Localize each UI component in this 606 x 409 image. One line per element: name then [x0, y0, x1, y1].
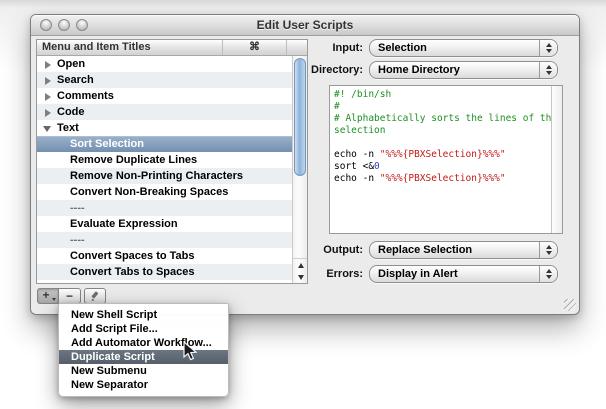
list-row[interactable]: Convert Tabs to Spaces [37, 264, 292, 280]
pencil-icon [90, 291, 101, 302]
titlebar[interactable]: Edit User Scripts [31, 15, 579, 36]
popup-arrows-icon [539, 266, 557, 282]
desktop-background: Edit User Scripts Menu and Item Titles ⌘… [0, 0, 606, 409]
menu-item[interactable]: New Separator [59, 378, 228, 392]
edit-script-button[interactable] [84, 288, 106, 304]
list-row-label: Remove Non-Printing Characters [70, 168, 243, 184]
errors-label: Errors: [277, 268, 363, 280]
input-label: Input: [277, 42, 363, 54]
list-row-label: Search [57, 72, 94, 88]
list-row[interactable]: Sort Selection [37, 136, 292, 152]
script-line: echo -n "%%%{PBXSelection}%%%" [334, 173, 551, 185]
list-row-label: Convert Non-Breaking Spaces [70, 184, 228, 200]
list-header: Menu and Item Titles ⌘ [37, 40, 307, 56]
list-row[interactable]: Search [37, 72, 292, 88]
list-row-label: Remove Duplicate Lines [70, 152, 197, 168]
script-line: selection [334, 125, 551, 137]
popup-arrows-icon [539, 242, 557, 258]
plus-icon: + [42, 288, 49, 302]
script-line: #! /bin/sh [334, 89, 551, 101]
list-row[interactable]: Convert Non-Breaking Spaces [37, 184, 292, 200]
errors-popup-value: Display in Alert [370, 268, 539, 280]
script-text[interactable]: #! /bin/sh## Alphabetically sorts the li… [330, 86, 551, 233]
list-row-label: Text [57, 120, 79, 136]
list-row[interactable]: Remove Non-Printing Characters [37, 168, 292, 184]
list-row[interactable]: Text [37, 120, 292, 136]
disclosure-closed-icon[interactable] [45, 93, 51, 101]
menu-item[interactable]: Duplicate Script [59, 350, 228, 364]
add-script-button[interactable]: + [37, 288, 59, 304]
disclosure-closed-icon[interactable] [45, 109, 51, 117]
list-row[interactable]: Comments [37, 88, 292, 104]
list-row-label: ---- [70, 280, 85, 283]
input-popup[interactable]: Selection [369, 39, 558, 57]
scripts-outline-list: Menu and Item Titles ⌘ OpenSearchComment… [36, 39, 308, 284]
mouse-cursor-icon [183, 341, 198, 367]
list-row-label: Open [57, 56, 85, 72]
list-body: OpenSearchCommentsCodeTextSort Selection… [37, 56, 307, 283]
output-label: Output: [277, 244, 363, 256]
remove-script-button[interactable]: − [59, 288, 81, 304]
list-row-label: Convert Spaces to Tabs [70, 248, 195, 264]
disclosure-closed-icon[interactable] [45, 61, 51, 69]
dropdown-caret-icon [52, 298, 56, 301]
popup-arrows-icon [539, 40, 557, 56]
directory-label: Directory: [277, 64, 363, 76]
list-row-label: ---- [70, 200, 85, 216]
list-row-separator[interactable]: ---- [37, 280, 292, 283]
minus-icon: − [66, 289, 73, 303]
list-row[interactable]: Open [37, 56, 292, 72]
disclosure-open-icon[interactable] [43, 126, 51, 132]
script-scrollbar-track[interactable] [551, 86, 562, 233]
menu-item[interactable]: Add Script File... [59, 322, 228, 336]
script-line: # Alphabetically sorts the lines of the [334, 113, 551, 125]
menu-item[interactable]: Add Automator Workflow... [59, 336, 228, 350]
list-toolbar: + − [37, 288, 106, 304]
output-popup-value: Replace Selection [370, 244, 539, 256]
list-row-label: Comments [57, 88, 114, 104]
output-popup[interactable]: Replace Selection [369, 241, 558, 259]
list-row[interactable]: Remove Duplicate Lines [37, 152, 292, 168]
list-row-separator[interactable]: ---- [37, 232, 292, 248]
directory-popup-value: Home Directory [370, 64, 539, 76]
directory-popup[interactable]: Home Directory [369, 61, 558, 79]
list-row[interactable]: Code [37, 104, 292, 120]
menu-item[interactable]: New Shell Script [59, 308, 228, 322]
disclosure-closed-icon[interactable] [45, 77, 51, 85]
popup-arrows-icon [539, 62, 557, 78]
list-row-separator[interactable]: ---- [37, 200, 292, 216]
errors-popup[interactable]: Display in Alert [369, 265, 558, 283]
edit-user-scripts-window: Edit User Scripts Menu and Item Titles ⌘… [30, 14, 580, 315]
list-row-label: Evaluate Expression [70, 216, 178, 232]
script-line: sort <&0 [334, 161, 551, 173]
script-line [334, 137, 551, 149]
add-script-dropdown-menu: New Shell ScriptAdd Script File...Add Au… [58, 303, 229, 397]
script-editor[interactable]: #! /bin/sh## Alphabetically sorts the li… [329, 85, 563, 234]
window-title: Edit User Scripts [31, 18, 579, 32]
script-line: # [334, 101, 551, 113]
column-header-titles[interactable]: Menu and Item Titles [37, 40, 223, 55]
list-row-label: Sort Selection [70, 136, 144, 152]
list-row-label: ---- [70, 232, 85, 248]
list-row-label: Code [57, 104, 85, 120]
list-rows: OpenSearchCommentsCodeTextSort Selection… [37, 56, 292, 283]
list-row[interactable]: Evaluate Expression [37, 216, 292, 232]
menu-item[interactable]: New Submenu [59, 364, 228, 378]
list-row[interactable]: Convert Spaces to Tabs [37, 248, 292, 264]
script-line: echo -n "%%%{PBXSelection}%%%" [334, 149, 551, 161]
window-resize-grip[interactable] [564, 299, 576, 311]
input-popup-value: Selection [370, 42, 539, 54]
list-row-label: Convert Tabs to Spaces [70, 264, 195, 280]
